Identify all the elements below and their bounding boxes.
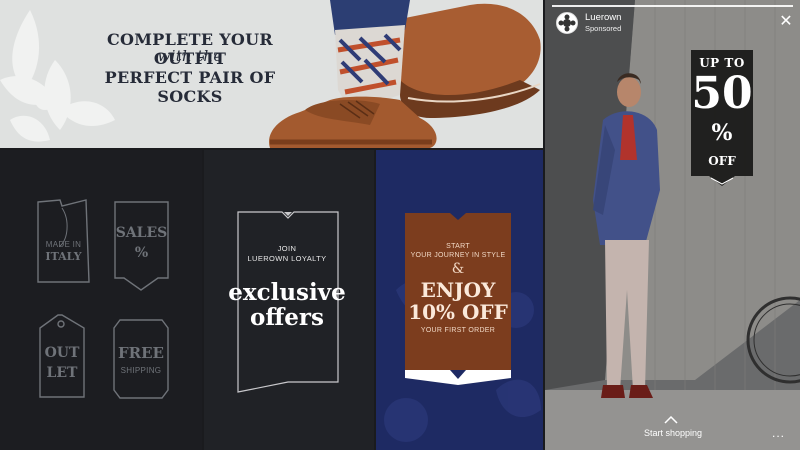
start-shopping-button[interactable]: Start shopping [620, 428, 726, 438]
banner-headline-2: with the [157, 47, 223, 65]
tag-free: FREE [118, 344, 164, 362]
close-icon[interactable]: ✕ [778, 14, 794, 30]
tag-shipping: SHIPPING [120, 366, 162, 375]
offer-percent: 10% OFF [408, 300, 508, 324]
brand-name[interactable]: Luerown [585, 12, 621, 23]
sponsored-label: Sponsored [585, 24, 622, 33]
loyalty-headline-1: exclusive [228, 279, 346, 306]
ribbon-off: OFF [708, 154, 736, 168]
story-progress-bar [552, 5, 793, 7]
ribbon-fifty: 50 [691, 68, 753, 119]
offer-line-1: START [446, 243, 470, 250]
offer-ampersand: & [451, 261, 465, 277]
tag-out: OUT [44, 345, 80, 361]
tag-outlines [37, 199, 169, 399]
loyalty-headline: exclusive offers [222, 280, 352, 331]
banner-headline-3: PERFECT PAIR OF SOCKS [104, 68, 276, 106]
more-options-icon[interactable]: ... [772, 426, 785, 440]
brand-logo[interactable] [556, 12, 578, 34]
loyalty-headline-2: offers [250, 304, 324, 332]
tag-italy: ITALY [45, 250, 82, 263]
chevron-up-icon[interactable] [664, 416, 678, 424]
loyalty-line-2: LUEROWN LOYALTY [247, 254, 327, 264]
tag-let: LET [46, 365, 78, 381]
offer-line-2: YOUR JOURNEY IN STYLE [410, 252, 506, 259]
offer-enjoy: ENJOY [420, 278, 496, 302]
socks-banner[interactable]: COMPLETE YOUR OUTFIT with the PERFECT PA… [0, 0, 543, 148]
story-ad[interactable] [545, 0, 800, 450]
flower-logo-icon [558, 14, 576, 32]
tag-sales-percent: % [134, 245, 149, 261]
offer-line-3: YOUR FIRST ORDER [420, 327, 496, 334]
ribbon-percent: % [711, 120, 733, 146]
loyalty-line-1: JOIN [277, 244, 297, 253]
tag-sales: SALES [115, 225, 168, 241]
tag-made-in: MADE IN [45, 240, 82, 249]
story-photo [545, 0, 800, 450]
loyalty-intro: JOIN LUEROWN LOYALTY [225, 244, 349, 264]
